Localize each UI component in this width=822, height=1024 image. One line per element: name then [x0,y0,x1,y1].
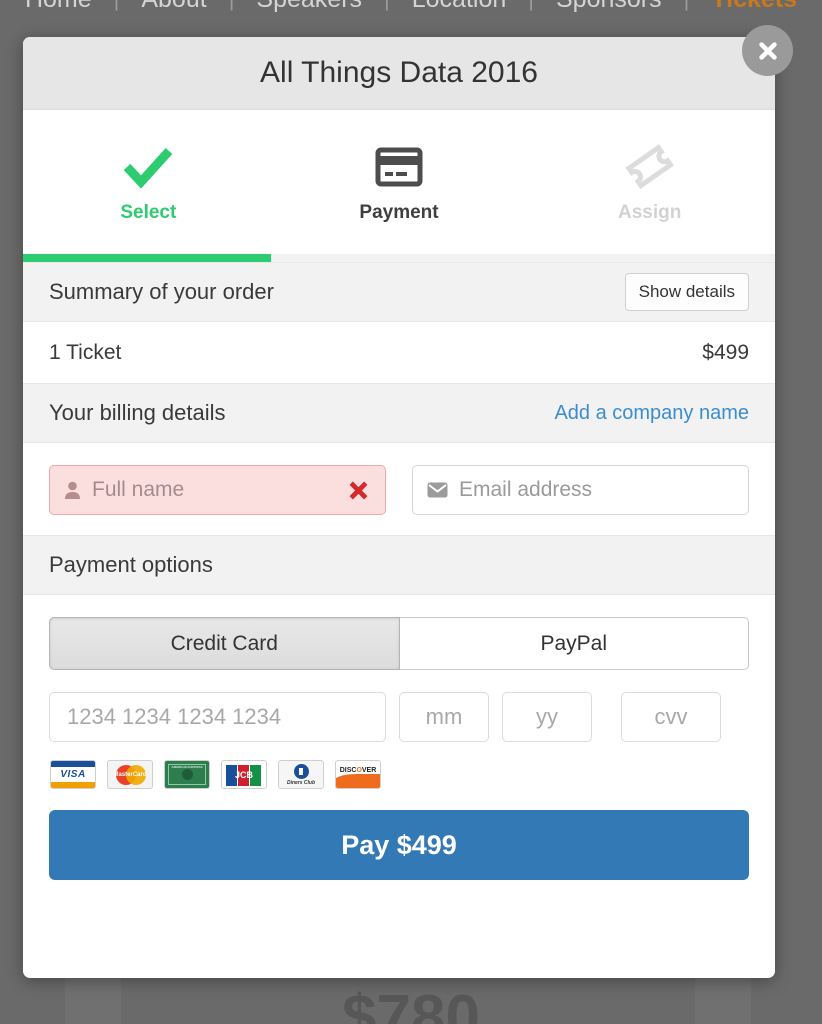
full-name-input[interactable]: Full name [49,465,386,515]
close-icon [758,41,777,60]
american-express-icon: AMERICAN EXPRESS [164,760,210,789]
accepted-card-brands: VISA MasterCard AMERICAN EXPRESS JCB Din… [23,742,775,789]
order-item-price: $499 [702,340,749,364]
nav-item-sponsors[interactable]: Sponsors [534,0,684,14]
close-modal-button[interactable] [742,25,793,76]
full-name-placeholder: Full name [92,478,185,501]
jcb-icon: JCB [221,760,267,789]
billing-details-title: Your billing details [49,400,226,425]
nav-item-tickets[interactable]: Tickets [689,0,819,14]
check-icon [123,141,173,193]
nav-item-location[interactable]: Location [390,0,529,14]
tab-paypal[interactable]: PayPal [399,617,749,670]
order-item-row: 1 Ticket $499 [23,322,775,383]
visa-icon: VISA [50,760,96,789]
step-payment[interactable]: Payment [274,110,525,254]
mastercard-icon: MasterCard [107,760,153,789]
background-price: $780 [342,983,480,1024]
order-item-name: 1 Ticket [49,340,122,364]
step-select-label: Select [120,201,177,223]
step-assign-label: Assign [618,201,682,223]
checkout-modal: All Things Data 2016 Select Payment Assi… [23,37,775,978]
step-payment-label: Payment [359,201,439,223]
envelope-icon [427,482,448,498]
payment-options-header: Payment options [23,535,775,595]
site-navigation: Home | About | Speakers | Location | Spo… [0,0,822,18]
credit-card-icon [375,141,423,193]
ticket-icon [625,141,675,193]
card-expiry-month-input[interactable]: mm [399,692,489,742]
nav-item-home[interactable]: Home [3,0,114,14]
tab-credit-card[interactable]: Credit Card [49,617,400,670]
email-address-input[interactable]: Email address [412,465,749,515]
user-icon [64,481,81,500]
progress-bar-track [23,254,775,262]
order-summary-header: Summary of your order Show details [23,262,775,322]
checkout-steps: Select Payment Assign [23,110,775,254]
diners-club-icon: Diners Club [278,760,324,789]
step-assign[interactable]: Assign [524,110,775,254]
modal-header: All Things Data 2016 [23,37,775,110]
card-details-fields: 1234 1234 1234 1234 mm yy cvv [23,670,775,742]
pay-button[interactable]: Pay $499 [49,810,749,880]
discover-icon: DISCOVER [335,760,381,789]
step-select[interactable]: Select [23,110,274,254]
nav-item-speakers[interactable]: Speakers [234,0,384,14]
billing-fields: Full name Email address [23,443,775,535]
error-x-icon [346,478,371,503]
show-details-button[interactable]: Show details [624,273,749,311]
payment-options-title: Payment options [49,552,213,577]
nav-item-about[interactable]: About [119,0,228,14]
modal-title: All Things Data 2016 [260,56,538,89]
order-summary-title: Summary of your order [49,279,274,304]
progress-bar-fill [23,254,272,262]
card-number-input[interactable]: 1234 1234 1234 1234 [49,692,386,742]
billing-details-header: Your billing details Add a company name [23,383,775,443]
add-company-name-link[interactable]: Add a company name [554,402,749,425]
card-expiry-year-input[interactable]: yy [502,692,592,742]
card-cvv-input[interactable]: cvv [621,692,721,742]
payment-method-tabs: Credit Card PayPal [23,595,775,670]
email-placeholder: Email address [459,478,593,501]
